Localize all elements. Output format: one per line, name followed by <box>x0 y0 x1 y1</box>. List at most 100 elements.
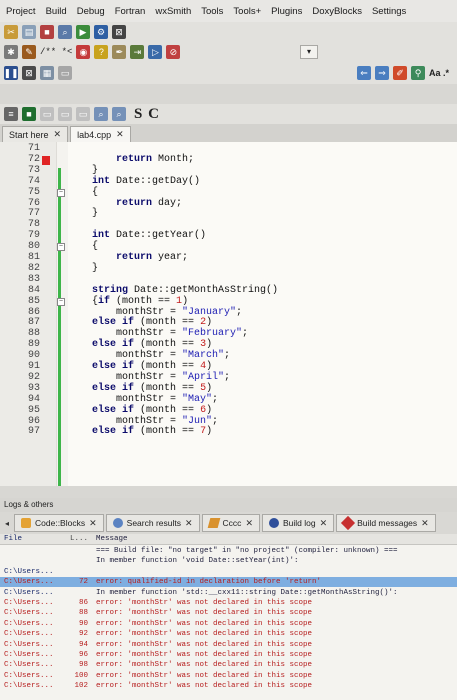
error-marker-icon[interactable] <box>42 155 50 165</box>
code-line[interactable]: 84 string Date::getMonthAsString() <box>0 285 457 297</box>
comment-style-text[interactable]: /** *< <box>40 47 72 57</box>
menu-fortran[interactable]: Fortran <box>115 6 146 17</box>
abort-icon[interactable]: ⊘ <box>166 45 181 59</box>
table-row[interactable]: C:\Users... In member function 'std::__cx… <box>0 588 457 598</box>
table-row[interactable]: C:\Users... 100 error: 'monthStr' was not … <box>0 671 457 681</box>
code-text[interactable]: return Month; <box>92 154 194 166</box>
save-icon[interactable]: ■ <box>40 25 54 39</box>
close-icon[interactable]: ✕ <box>245 518 253 529</box>
zoom-icon[interactable]: ⌕ <box>94 107 108 121</box>
build-messages-table[interactable]: File L... Message === Build file: "no ta… <box>0 534 457 700</box>
table-row[interactable]: C:\Users... <box>0 567 457 577</box>
table-row[interactable]: C:\Users... 88 error: 'monthStr' was not d… <box>0 608 457 618</box>
menu-build[interactable]: Build <box>46 6 67 17</box>
pause-icon[interactable]: ❚❚ <box>3 66 19 80</box>
tab-build-log[interactable]: Build log ✕ <box>261 514 335 532</box>
fold-toggle-icon[interactable]: − <box>57 188 65 197</box>
code-line[interactable]: 93 else if (month == 5) <box>0 383 457 395</box>
close-icon[interactable]: ✕ <box>421 518 429 529</box>
table-row[interactable]: C:\Users... 92 error: 'monthStr' was not d… <box>0 629 457 639</box>
step-icon[interactable]: ▷ <box>148 45 163 59</box>
table-row[interactable]: C:\Users... 90 error: 'monthStr' was not d… <box>0 619 457 629</box>
green-block-icon[interactable]: ■ <box>22 107 36 121</box>
close-icon[interactable]: ✕ <box>320 518 328 529</box>
tab-scroll-left-icon[interactable]: ◂ <box>2 519 12 528</box>
fold-toggle-icon[interactable]: − <box>57 243 65 252</box>
code-line[interactable]: 86 monthStr = "January"; <box>0 307 457 319</box>
stop-icon[interactable]: ⊠ <box>112 25 126 39</box>
close-icon[interactable]: ✕ <box>89 518 97 529</box>
menu-tools[interactable]: Tools <box>201 6 223 17</box>
code-line[interactable]: 81 return year; <box>0 252 457 264</box>
tab-search-results[interactable]: Search results ✕ <box>105 514 200 532</box>
code-line[interactable]: 94 monthStr = "May"; <box>0 394 457 406</box>
code-line[interactable]: 76 return day; <box>0 198 457 210</box>
menu-settings[interactable]: Settings <box>372 6 406 17</box>
code-line[interactable]: 75 − { <box>0 187 457 199</box>
code-line[interactable]: 78 <box>0 219 457 231</box>
forward-arrow-icon[interactable]: ⇒ <box>374 66 389 80</box>
column-message[interactable]: Message <box>96 534 128 545</box>
table-row[interactable]: === Build file: "no target" in "no proje… <box>0 546 457 556</box>
menu-tools-[interactable]: Tools+ <box>233 6 261 17</box>
highlight-icon[interactable]: ✐ <box>392 66 407 80</box>
code-text[interactable]: int Date::getDay() <box>92 176 200 188</box>
close-icon[interactable]: ✕ <box>185 518 193 529</box>
code-text[interactable]: } <box>92 208 98 220</box>
menu-wxsmith[interactable]: wxSmith <box>155 6 191 17</box>
window-icon[interactable]: ▭ <box>58 66 72 80</box>
code-line[interactable]: 88 monthStr = "February"; <box>0 328 457 340</box>
code-line[interactable]: 92 monthStr = "April"; <box>0 372 457 384</box>
code-line[interactable]: 73} <box>0 165 457 177</box>
target-dropdown[interactable]: ▾ <box>300 45 318 59</box>
code-line[interactable]: 96 monthStr = "Jun"; <box>0 416 457 428</box>
layout-icon[interactable]: ▦ <box>40 66 54 80</box>
code-text[interactable]: } <box>92 263 98 275</box>
code-line[interactable]: 77} <box>0 208 457 220</box>
menu-doxyblocks[interactable]: DoxyBlocks <box>312 6 362 17</box>
close-icon[interactable]: ✕ <box>54 129 62 140</box>
back-arrow-icon[interactable]: ⇐ <box>356 66 371 80</box>
column-line[interactable]: L... <box>66 534 88 545</box>
tab-build-messages[interactable]: Build messages ✕ <box>336 514 436 532</box>
doc-icon[interactable]: ▭ <box>40 107 54 121</box>
code-text[interactable]: return year; <box>92 252 188 264</box>
code-text[interactable]: int Date::getYear() <box>92 230 206 242</box>
zoom2-icon[interactable]: ⌕ <box>112 107 126 121</box>
doc3-icon[interactable]: ▭ <box>76 107 90 121</box>
fold-toggle-icon[interactable]: − <box>57 297 65 306</box>
code-line[interactable]: 95 else if (month == 6) <box>0 405 457 417</box>
code-line[interactable]: 90 monthStr = "March"; <box>0 350 457 362</box>
help-icon[interactable]: ? <box>94 45 109 59</box>
doc2-icon[interactable]: ▭ <box>58 107 72 121</box>
table-row[interactable]: In member function 'void Date::setYear(i… <box>0 556 457 566</box>
table-row[interactable]: C:\Users... 86 error: 'monthStr' was not d… <box>0 598 457 608</box>
tools-icon[interactable]: ✒ <box>112 45 127 59</box>
open-icon[interactable]: ▤ <box>22 25 36 39</box>
regex-label[interactable]: Aa .* <box>429 68 449 78</box>
pencil-icon[interactable]: ✎ <box>22 45 36 59</box>
code-line[interactable]: 82} <box>0 263 457 275</box>
close-icon[interactable]: ✕ <box>116 129 124 140</box>
code-line[interactable]: 71 <box>0 143 457 155</box>
column-file[interactable]: File <box>4 534 62 545</box>
code-text[interactable]: { <box>92 187 98 199</box>
code-text[interactable]: return day; <box>92 198 182 210</box>
menu-project[interactable]: Project <box>6 6 36 17</box>
debug-icon[interactable]: ◉ <box>76 45 91 59</box>
tab-lab4-cpp[interactable]: lab4.cpp ✕ <box>70 126 131 142</box>
code-line[interactable]: 74 int Date::getDay() <box>0 176 457 188</box>
build-icon[interactable]: ⚙ <box>94 25 108 39</box>
code-line[interactable]: 79 int Date::getYear() <box>0 230 457 242</box>
code-text[interactable]: string Date::getMonthAsString() <box>92 285 278 297</box>
toggle-comment-icon[interactable]: ✱ <box>4 45 18 59</box>
new-file-icon[interactable]: ✂ <box>4 25 18 39</box>
table-row[interactable]: C:\Users... 96 error: 'monthStr' was not d… <box>0 650 457 660</box>
search-icon[interactable]: ⌕ <box>58 25 72 39</box>
code-editor[interactable]: 71 72 return Month; 73} 74 int Date::getDay(… <box>0 142 457 486</box>
run-icon[interactable]: ▶ <box>76 25 90 39</box>
menu-debug[interactable]: Debug <box>77 6 105 17</box>
code-text[interactable]: else if (month == 7) <box>92 426 212 438</box>
close-panel-icon[interactable]: ⊠ <box>22 66 36 80</box>
tab-codeblocks[interactable]: Code::Blocks ✕ <box>14 514 104 532</box>
